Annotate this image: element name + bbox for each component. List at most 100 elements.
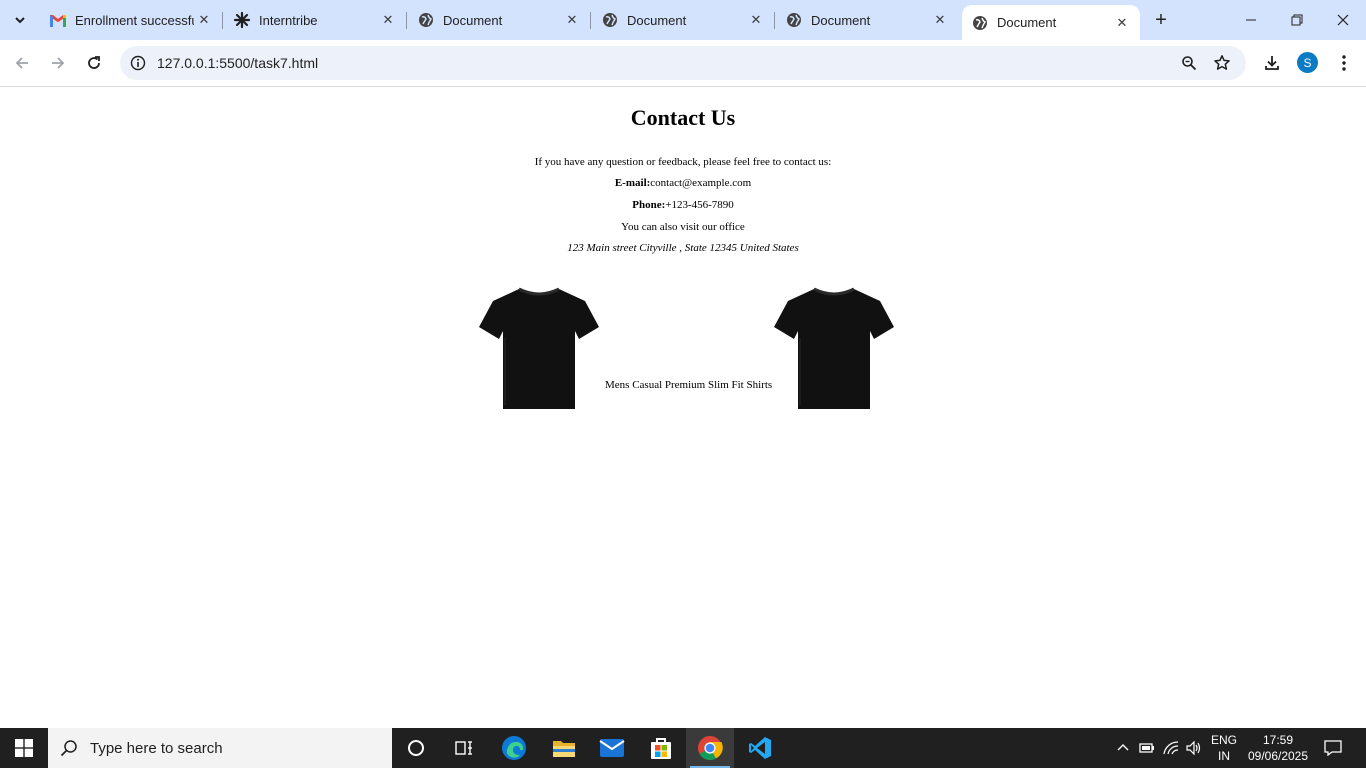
notification-icon	[1324, 740, 1342, 756]
cortana-button[interactable]	[392, 728, 440, 768]
site-info-icon[interactable]	[128, 53, 148, 73]
reload-button[interactable]	[80, 49, 108, 77]
tab-title: Document	[811, 12, 871, 28]
file-explorer-button[interactable]	[540, 728, 588, 768]
close-window-button[interactable]	[1320, 0, 1366, 40]
tab-search-button[interactable]	[6, 6, 34, 34]
minimize-button[interactable]	[1228, 0, 1274, 40]
intro-text: If you have any question or feedback, pl…	[534, 156, 832, 168]
downloads-button[interactable]	[1258, 49, 1286, 77]
store-icon	[651, 738, 671, 759]
tab-interntribe[interactable]: Interntribe ✕	[224, 0, 407, 40]
phone-value: +123-456-7890	[665, 199, 734, 211]
email-value: contact@example.com	[650, 177, 752, 189]
close-icon[interactable]: ✕	[1112, 13, 1132, 33]
edge-button[interactable]	[490, 728, 538, 768]
url-text[interactable]: 127.0.0.1:5500/task7.html	[157, 55, 318, 71]
tab-document-1[interactable]: Document ✕	[408, 0, 591, 40]
arrow-left-icon	[15, 57, 28, 69]
battery-button[interactable]	[1136, 728, 1158, 768]
globe-icon	[418, 12, 434, 28]
tab-document-active[interactable]: Document ✕	[962, 5, 1140, 40]
volume-button[interactable]	[1183, 728, 1205, 768]
restore-icon	[1291, 14, 1303, 26]
page-title: Contact Us	[630, 105, 736, 130]
cortana-icon	[408, 740, 424, 756]
globe-icon	[786, 12, 802, 28]
wifi-icon	[1163, 741, 1179, 755]
close-icon[interactable]: ✕	[378, 10, 398, 30]
mail-button[interactable]	[588, 728, 636, 768]
windows-logo-icon	[15, 739, 33, 757]
show-hidden-icons-button[interactable]	[1112, 728, 1134, 768]
clock-time: 17:59	[1262, 733, 1294, 747]
address-text: 123 Main street Cityville , State 12345 …	[567, 242, 799, 254]
vscode-button[interactable]	[736, 728, 784, 768]
email-label: E-mail:	[614, 177, 651, 189]
region-code: IN	[1218, 749, 1230, 763]
new-tab-button[interactable]: +	[1149, 8, 1173, 32]
minimize-icon	[1246, 19, 1256, 21]
start-button[interactable]	[0, 728, 48, 768]
close-icon[interactable]: ✕	[194, 10, 214, 30]
tab-title: Document	[627, 12, 687, 28]
tab-title: Document	[997, 15, 1057, 30]
taskbar-search-box[interactable]: Type here to search	[48, 728, 392, 768]
reload-icon	[88, 56, 100, 69]
forward-button[interactable]	[44, 49, 72, 77]
web-page: Contact Us If you have any question or f…	[0, 87, 1366, 728]
close-icon[interactable]: ✕	[930, 10, 950, 30]
tab-document-2[interactable]: Document ✕	[592, 0, 775, 40]
restore-button[interactable]	[1274, 0, 1320, 40]
browser-toolbar: 127.0.0.1:5500/task7.html S	[0, 40, 1366, 87]
close-icon[interactable]: ✕	[746, 10, 766, 30]
visit-text: You can also visit our office	[621, 221, 745, 233]
tab-document-3[interactable]: Document ✕	[776, 0, 958, 40]
product-caption: Mens Casual Premium Slim Fit Shirts	[605, 379, 773, 391]
tab-separator	[774, 12, 775, 29]
close-icon	[1337, 14, 1349, 26]
address-bar[interactable]: 127.0.0.1:5500/task7.html	[120, 46, 1246, 80]
clock[interactable]: 17:59 09/06/2025	[1242, 732, 1314, 764]
tshirt-image	[479, 287, 599, 409]
gmail-icon	[50, 12, 66, 28]
zoom-icon[interactable]	[1179, 53, 1199, 73]
tab-separator	[406, 12, 407, 29]
mail-icon	[599, 739, 625, 757]
phone-line: Phone:+123-456-7890	[0, 199, 1366, 211]
tab-title: Enrollment successful	[75, 12, 194, 28]
vscode-icon	[749, 737, 771, 759]
email-line: E-mail:contact@example.com	[0, 177, 1366, 189]
store-button[interactable]	[637, 728, 685, 768]
search-icon	[60, 740, 77, 757]
plus-icon: +	[1155, 8, 1167, 31]
interntribe-icon	[234, 12, 250, 28]
close-icon[interactable]: ✕	[562, 10, 582, 30]
search-placeholder: Type here to search	[90, 739, 223, 757]
chrome-button[interactable]	[686, 728, 734, 768]
chevron-down-icon	[15, 17, 25, 24]
phone-label: Phone:	[632, 199, 666, 211]
tab-enrollment[interactable]: Enrollment successful ✕	[40, 0, 223, 40]
notification-center-button[interactable]	[1318, 728, 1348, 768]
edge-icon	[502, 736, 526, 760]
speaker-icon	[1186, 741, 1201, 755]
tshirt-image	[774, 287, 894, 409]
chrome-icon	[698, 736, 723, 761]
language-indicator[interactable]: ENG IN	[1207, 732, 1241, 764]
more-vertical-icon	[1342, 55, 1346, 71]
task-view-button[interactable]	[440, 728, 488, 768]
task-view-icon	[455, 741, 472, 755]
download-icon	[1265, 56, 1279, 70]
tab-title: Interntribe	[259, 12, 318, 28]
menu-button[interactable]	[1330, 49, 1358, 77]
globe-icon	[602, 12, 618, 28]
back-button[interactable]	[8, 49, 36, 77]
profile-avatar[interactable]: S	[1297, 52, 1318, 73]
windows-taskbar: Type here to search ENG IN 17:59 09/06/2…	[0, 728, 1366, 768]
bookmark-star-icon[interactable]	[1212, 53, 1232, 73]
file-explorer-icon	[553, 741, 575, 757]
browser-tab-strip: Enrollment successful ✕ Interntribe ✕ Do…	[0, 0, 1366, 40]
network-button[interactable]	[1160, 728, 1182, 768]
globe-icon	[972, 15, 988, 31]
